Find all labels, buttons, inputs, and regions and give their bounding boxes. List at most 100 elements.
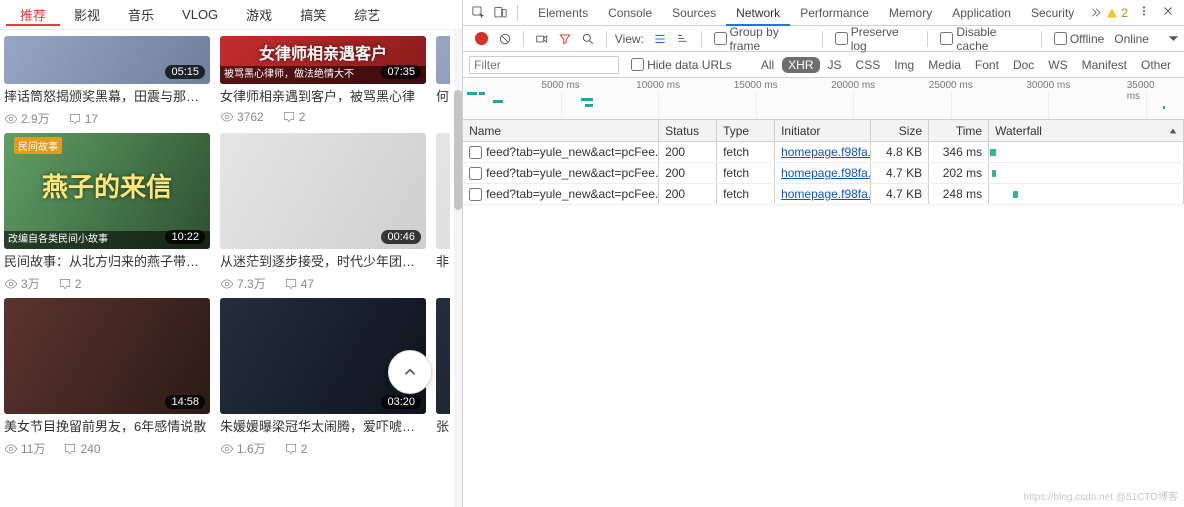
record-filmstrip-button[interactable]	[531, 32, 552, 46]
col-size[interactable]: Size	[871, 120, 929, 141]
inspect-element-button[interactable]	[467, 3, 489, 23]
comment-icon	[58, 277, 72, 291]
preserve-log-checkbox[interactable]: Preserve log	[835, 25, 916, 53]
nav-item[interactable]: 综艺	[340, 5, 394, 24]
nav-item[interactable]: 音乐	[114, 5, 168, 24]
filter-input[interactable]	[469, 56, 619, 74]
devtools-tab-performance[interactable]: Performance	[790, 0, 879, 26]
col-type[interactable]: Type	[717, 120, 775, 141]
request-initiator-link[interactable]: homepage.f98fa...	[781, 166, 871, 180]
nav-item[interactable]: 游戏	[232, 5, 286, 24]
video-card[interactable]: 民间故事燕子的来信改编自各类民间小故事10:22民间故事：从北方归来的燕子带回，…	[4, 133, 210, 292]
filter-pill-media[interactable]: Media	[922, 57, 967, 73]
col-time[interactable]: Time	[929, 120, 989, 141]
network-overview[interactable]: 5000 ms10000 ms15000 ms20000 ms25000 ms3…	[463, 78, 1184, 120]
scrollbar-thumb[interactable]	[454, 90, 462, 210]
row-checkbox[interactable]	[469, 146, 482, 159]
video-card[interactable]: 非	[436, 133, 450, 292]
row-checkbox[interactable]	[469, 188, 482, 201]
hide-data-urls-checkbox[interactable]: Hide data URLs	[631, 58, 732, 72]
request-initiator-link[interactable]: homepage.f98fa...	[781, 187, 871, 201]
request-size: 4.7 KB	[871, 163, 929, 183]
video-thumbnail[interactable]: 00:46	[220, 133, 426, 249]
overview-tick: 10000 ms	[636, 80, 680, 91]
devtools-tab-memory[interactable]: Memory	[879, 0, 942, 26]
row-checkbox[interactable]	[469, 167, 482, 180]
large-rows-button[interactable]	[649, 32, 670, 46]
video-card[interactable]: 05:15摔话筒怒揭颁奖黑幕，田震与那英到2.9万17	[4, 36, 210, 127]
network-request-row[interactable]: feed?tab=yule_new&act=pcFee...200fetchho…	[463, 142, 1184, 163]
throttling-select[interactable]: Online	[1114, 32, 1149, 46]
video-card[interactable]: 00:46从迷茫到逐步接受，时代少年团已经7.3万47	[220, 133, 426, 292]
col-waterfall[interactable]: Waterfall	[989, 120, 1184, 141]
filter-pill-other[interactable]: Other	[1135, 57, 1177, 73]
overview-activity-bar	[1163, 106, 1165, 109]
scroll-to-top-button[interactable]	[388, 350, 432, 394]
comment-icon	[284, 442, 298, 456]
request-status: 200	[659, 163, 717, 183]
filter-pill-js[interactable]: JS	[822, 57, 848, 73]
waterfall-icon	[676, 32, 690, 46]
filter-pill-img[interactable]: Img	[888, 57, 920, 73]
divider	[523, 31, 524, 47]
devtools-tab-network[interactable]: Network	[726, 0, 790, 26]
nav-item[interactable]: 影视	[60, 5, 114, 24]
filter-pill-doc[interactable]: Doc	[1007, 57, 1040, 73]
col-name[interactable]: Name	[463, 120, 659, 141]
search-button[interactable]	[578, 32, 599, 46]
video-card[interactable]: 张	[436, 298, 450, 457]
filter-pill-font[interactable]: Font	[969, 57, 1005, 73]
filter-pill-xhr[interactable]: XHR	[782, 57, 819, 73]
filter-pill-css[interactable]: CSS	[850, 57, 887, 73]
network-request-row[interactable]: feed?tab=yule_new&act=pcFee...200fetchho…	[463, 184, 1184, 205]
filter-pill-all[interactable]: All	[755, 57, 780, 73]
col-initiator[interactable]: Initiator	[775, 120, 871, 141]
disable-cache-checkbox[interactable]: Disable cache	[940, 25, 1028, 53]
video-card[interactable]: 14:58美女节目挽留前男友，6年感情说散11万240	[4, 298, 210, 457]
request-initiator-link[interactable]: homepage.f98fa...	[781, 145, 871, 159]
devtools-tab-console[interactable]: Console	[598, 0, 662, 26]
filter-pill-ws[interactable]: WS	[1042, 57, 1073, 73]
comment-icon	[63, 442, 77, 456]
chevron-up-icon	[401, 363, 419, 381]
request-type: fetch	[717, 142, 775, 162]
scrollbar-track	[454, 30, 462, 507]
video-thumbnail[interactable]: 民间故事燕子的来信改编自各类民间小故事10:22	[4, 133, 210, 249]
video-thumbnail[interactable]	[436, 133, 450, 249]
nav-item[interactable]: 推荐	[6, 5, 60, 26]
filter-toggle-button[interactable]	[554, 32, 575, 46]
request-name: feed?tab=yule_new&act=pcFee...	[486, 163, 659, 183]
waterfall-view-button[interactable]	[672, 32, 693, 46]
video-thumbnail[interactable]	[436, 298, 450, 414]
nav-item[interactable]: VLOG	[168, 7, 232, 22]
request-size: 4.7 KB	[871, 184, 929, 204]
offline-checkbox[interactable]: Offline	[1054, 32, 1104, 46]
devtools-tab-elements[interactable]: Elements	[528, 0, 598, 26]
clear-button[interactable]	[495, 32, 516, 46]
group-by-frame-checkbox[interactable]: Group by frame	[714, 25, 810, 53]
devtools-menu-button[interactable]	[1132, 4, 1156, 21]
devtools-tab-application[interactable]: Application	[942, 0, 1021, 26]
video-thumbnail[interactable]: 14:58	[4, 298, 210, 414]
more-panels-button[interactable]	[1084, 3, 1106, 23]
video-thumbnail[interactable]: 女律师相亲遇客户被骂黑心律师，做法绝情大不07:35	[220, 36, 426, 84]
col-status[interactable]: Status	[659, 120, 717, 141]
filter-pill-manifest[interactable]: Manifest	[1076, 57, 1133, 73]
nav-item[interactable]: 搞笑	[286, 5, 340, 24]
video-card[interactable]: 何	[436, 36, 450, 127]
device-toolbar-button[interactable]	[489, 3, 511, 23]
video-thumbnail[interactable]	[436, 36, 450, 84]
video-thumbnail[interactable]: 05:15	[4, 36, 210, 84]
warnings-badge[interactable]: 2	[1106, 6, 1128, 20]
throttling-dropdown-caret[interactable]	[1169, 32, 1178, 46]
duration-badge: 07:35	[381, 65, 421, 79]
network-request-row[interactable]: feed?tab=yule_new&act=pcFee...200fetchho…	[463, 163, 1184, 184]
more-vertical-icon	[1138, 4, 1150, 18]
devtools-tab-sources[interactable]: Sources	[662, 0, 726, 26]
record-button[interactable]	[475, 32, 488, 45]
view-count: 1.6万	[220, 440, 266, 457]
video-card[interactable]: 女律师相亲遇客户被骂黑心律师，做法绝情大不07:35女律师相亲遇到客户，被骂黑心…	[220, 36, 426, 127]
devtools-tab-security[interactable]: Security	[1021, 0, 1084, 26]
overview-activity-bar	[493, 100, 503, 103]
devtools-close-button[interactable]	[1156, 5, 1180, 20]
